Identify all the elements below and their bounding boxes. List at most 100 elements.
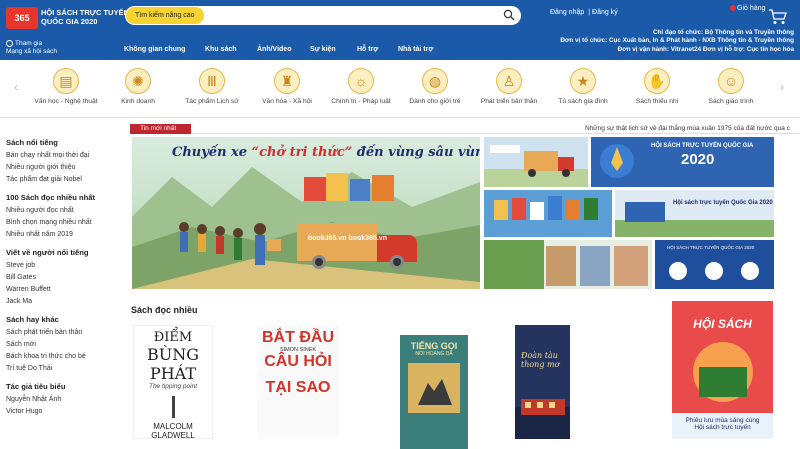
hero-title-post: đến vùng sâu vùng xa — [356, 145, 480, 160]
book-subtitle: The tipping point — [148, 383, 198, 390]
sidebar-item[interactable]: Nhiều người giới thiệu — [6, 162, 121, 174]
sidebar-heading[interactable]: Viết về người nổi tiếng — [6, 248, 121, 257]
thumb-reading-photos[interactable] — [484, 240, 652, 289]
hero-title-pre: Chuyến xe — [172, 145, 252, 160]
category-label: Tác phẩm Lịch sử — [185, 98, 239, 105]
cart-icon[interactable] — [768, 9, 788, 25]
join-social[interactable]: Tham gia Mạng xã hội sách — [6, 40, 57, 56]
books-display-illustration — [494, 196, 598, 220]
nav-item-book-zone[interactable]: Khu sách — [205, 46, 237, 53]
category-strip: ‹ › ▤ Văn học - Nghệ thuật ✺ Kinh doanh … — [0, 60, 800, 118]
category-item[interactable]: ★ Tủ sách gia đình — [546, 68, 620, 105]
sidebar-heading[interactable]: Tác giả tiêu biểu — [6, 382, 121, 391]
book-card[interactable]: Đoàn tàu thong mơ — [515, 325, 570, 439]
category-item[interactable]: ▤ Văn học - Nghệ thuật — [29, 68, 103, 105]
login-link[interactable]: Đăng nhập — [550, 9, 584, 16]
news-ticker-text[interactable]: Những sự thật lịch sử về đại thắng mùa x… — [585, 125, 790, 132]
sponsor-logo — [669, 262, 687, 280]
top-header: 365 HỘI SÁCH TRỰC TUYẾN QUỐC GIA 2020 Tì… — [0, 0, 800, 60]
join-label[interactable]: Tham gia — [15, 40, 42, 47]
statue-icon: ♜ — [274, 68, 300, 94]
cart[interactable]: Giỏ hàng — [730, 5, 790, 27]
category-label: Sách giáo trình — [708, 98, 754, 105]
match-icon — [171, 396, 175, 418]
book-author: GLADWELL — [151, 431, 195, 439]
book-author: MALCOLM — [153, 422, 193, 431]
sidebar-item[interactable]: Nguyễn Nhật Ánh — [6, 394, 121, 406]
train-illustration — [515, 399, 570, 439]
category-label: Dành cho giới trẻ — [409, 98, 461, 105]
category-label: Sách thiếu nhi — [635, 98, 679, 105]
sidebar-item[interactable]: Nhiều nhất năm 2019 — [6, 229, 121, 241]
thumb-book-fair-banner[interactable]: HỘI SÁCH TRỰC TUYẾN QUỐC GIA 2020 — [591, 137, 774, 187]
site-logo[interactable]: 365 — [6, 7, 38, 29]
category-item[interactable]: ☼ Chính trị - Pháp luật — [324, 68, 398, 105]
sidebar-item[interactable]: Warren Buffett — [6, 284, 121, 296]
cart-label[interactable]: Giỏ hàng — [737, 5, 765, 12]
sidebar-item[interactable]: Bách khoa tri thức cho bé — [6, 351, 121, 363]
thumb-truck[interactable] — [484, 137, 588, 187]
thumb-sponsors[interactable]: HỘI SÁCH TRỰC TUYẾN QUỐC GIA 2020 — [655, 240, 774, 289]
book-card[interactable]: BẮT ĐẦU SIMON SINEK CÂU HỎI TẠI SAO — [257, 325, 339, 439]
globe-icon: ◍ — [422, 68, 448, 94]
search-bar[interactable]: Tìm kiếm nâng cao — [125, 6, 521, 25]
organizer-info: Chỉ đạo tổ chức: Bộ Thông tin và Truyền … — [534, 29, 794, 54]
register-link[interactable]: Đăng ký — [592, 9, 618, 16]
sidebar-item[interactable]: Jack Ma — [6, 296, 121, 308]
book-card[interactable]: HỘI SÁCH Phiêu lưu mùa sáng cùng Hội sác… — [672, 301, 773, 439]
nav-item-common-space[interactable]: Không gian chung — [124, 46, 185, 53]
sidebar-item[interactable]: Sách phát triển bản thân — [6, 327, 121, 339]
chevron-right-icon[interactable]: › — [780, 80, 784, 94]
organizer-line: Đơn vị tổ chức: Cục Xuất bản, In & Phát … — [560, 37, 794, 45]
book-title: TIẾNG GỌI — [410, 341, 458, 351]
sponsor-logo — [705, 262, 723, 280]
book-title: HỘI SÁCH — [693, 317, 752, 331]
sidebar-item[interactable]: Nhiều người đọc nhất — [6, 205, 121, 217]
sponsor-logo — [741, 262, 759, 280]
thumb-book-fair-2020[interactable]: Hội sách trực tuyến Quốc Gia 2020 — [615, 190, 774, 237]
book-title-line: PHÁT — [149, 364, 197, 383]
nav-item-sponsors[interactable]: Nhà tài trợ — [398, 46, 433, 53]
search-icon[interactable] — [503, 9, 515, 21]
book-caption: Phiêu lưu mùa sáng cùng Hội sách trực tu… — [672, 413, 773, 439]
sponsors-title: HỘI SÁCH TRỰC TUYẾN QUỐC GIA 2020 — [667, 245, 755, 250]
sidebar-item[interactable]: Victor Hugo — [6, 406, 121, 418]
banner-title: HỘI SÁCH TRỰC TUYẾN QUỐC GIA — [651, 143, 754, 149]
book-card[interactable]: ĐIỂM BÙNG PHÁT The tipping point MALCOLM… — [133, 325, 213, 439]
sidebar-item[interactable]: Bình chọn mạng nhiều nhất — [6, 217, 121, 229]
sidebar-item[interactable]: Trí tuệ Do Thái — [6, 363, 121, 375]
nav-item-photo-video[interactable]: Ảnh/Video — [257, 46, 291, 53]
hero-banner[interactable]: Chuyến xe “chở tri thức” đến vùng sâu vù… — [132, 137, 480, 289]
sidebar-heading[interactable]: Sách hay khác — [6, 315, 121, 324]
nav-item-support[interactable]: Hỗ trợ — [357, 46, 378, 53]
category-item[interactable]: ◍ Dành cho giới trẻ — [398, 68, 472, 105]
sidebar-item[interactable]: Bill Gates — [6, 272, 121, 284]
chevron-left-icon[interactable]: ‹ — [14, 80, 18, 94]
category-item[interactable]: ✋ Sách thiếu nhi — [620, 68, 694, 105]
book-title-line: BẮT ĐẦU — [262, 329, 334, 346]
category-item[interactable]: ✺ Kinh doanh — [101, 68, 175, 105]
site-title[interactable]: HỘI SÁCH TRỰC TUYẾN QUỐC GIA 2020 — [41, 8, 131, 26]
hand-icon: ✋ — [644, 68, 670, 94]
thumb-books-display[interactable] — [484, 190, 612, 237]
category-label: Văn hóa - Xã hội — [262, 98, 312, 105]
truck-wheel — [390, 255, 404, 269]
book-card[interactable]: TIẾNG GỌI NƠI HOANG DÃ — [400, 335, 468, 449]
advanced-search-button[interactable]: Tìm kiếm nâng cao — [126, 7, 204, 24]
category-item[interactable]: Ⅲ Tác phẩm Lịch sử — [175, 68, 249, 105]
category-label: Chính trị - Pháp luật — [331, 98, 391, 105]
sidebar-heading[interactable]: Sách nổi tiếng — [6, 138, 121, 147]
category-item[interactable]: ☺ Sách giáo trình — [694, 68, 768, 105]
category-item[interactable]: ♙ Phát triển bản thân — [472, 68, 546, 105]
wolf-illustration — [408, 363, 460, 413]
sidebar-item[interactable]: Steve job — [6, 260, 121, 272]
nav-item-events[interactable]: Sự kiện — [310, 46, 336, 53]
sidebar-heading[interactable]: 100 Sách đọc nhiều nhất — [6, 193, 121, 202]
join-label-2[interactable]: Mạng xã hội sách — [6, 48, 57, 56]
sidebar-item[interactable]: Sách mới — [6, 339, 121, 351]
sidebar-item[interactable]: Bán chạy nhất mọi thời đại — [6, 150, 121, 162]
truck-cargo — [297, 223, 377, 261]
sidebar-item[interactable]: Tác phẩm đạt giải Nobel — [6, 174, 121, 186]
ticker-divider — [191, 133, 800, 134]
category-item[interactable]: ♜ Văn hóa - Xã hội — [250, 68, 324, 105]
